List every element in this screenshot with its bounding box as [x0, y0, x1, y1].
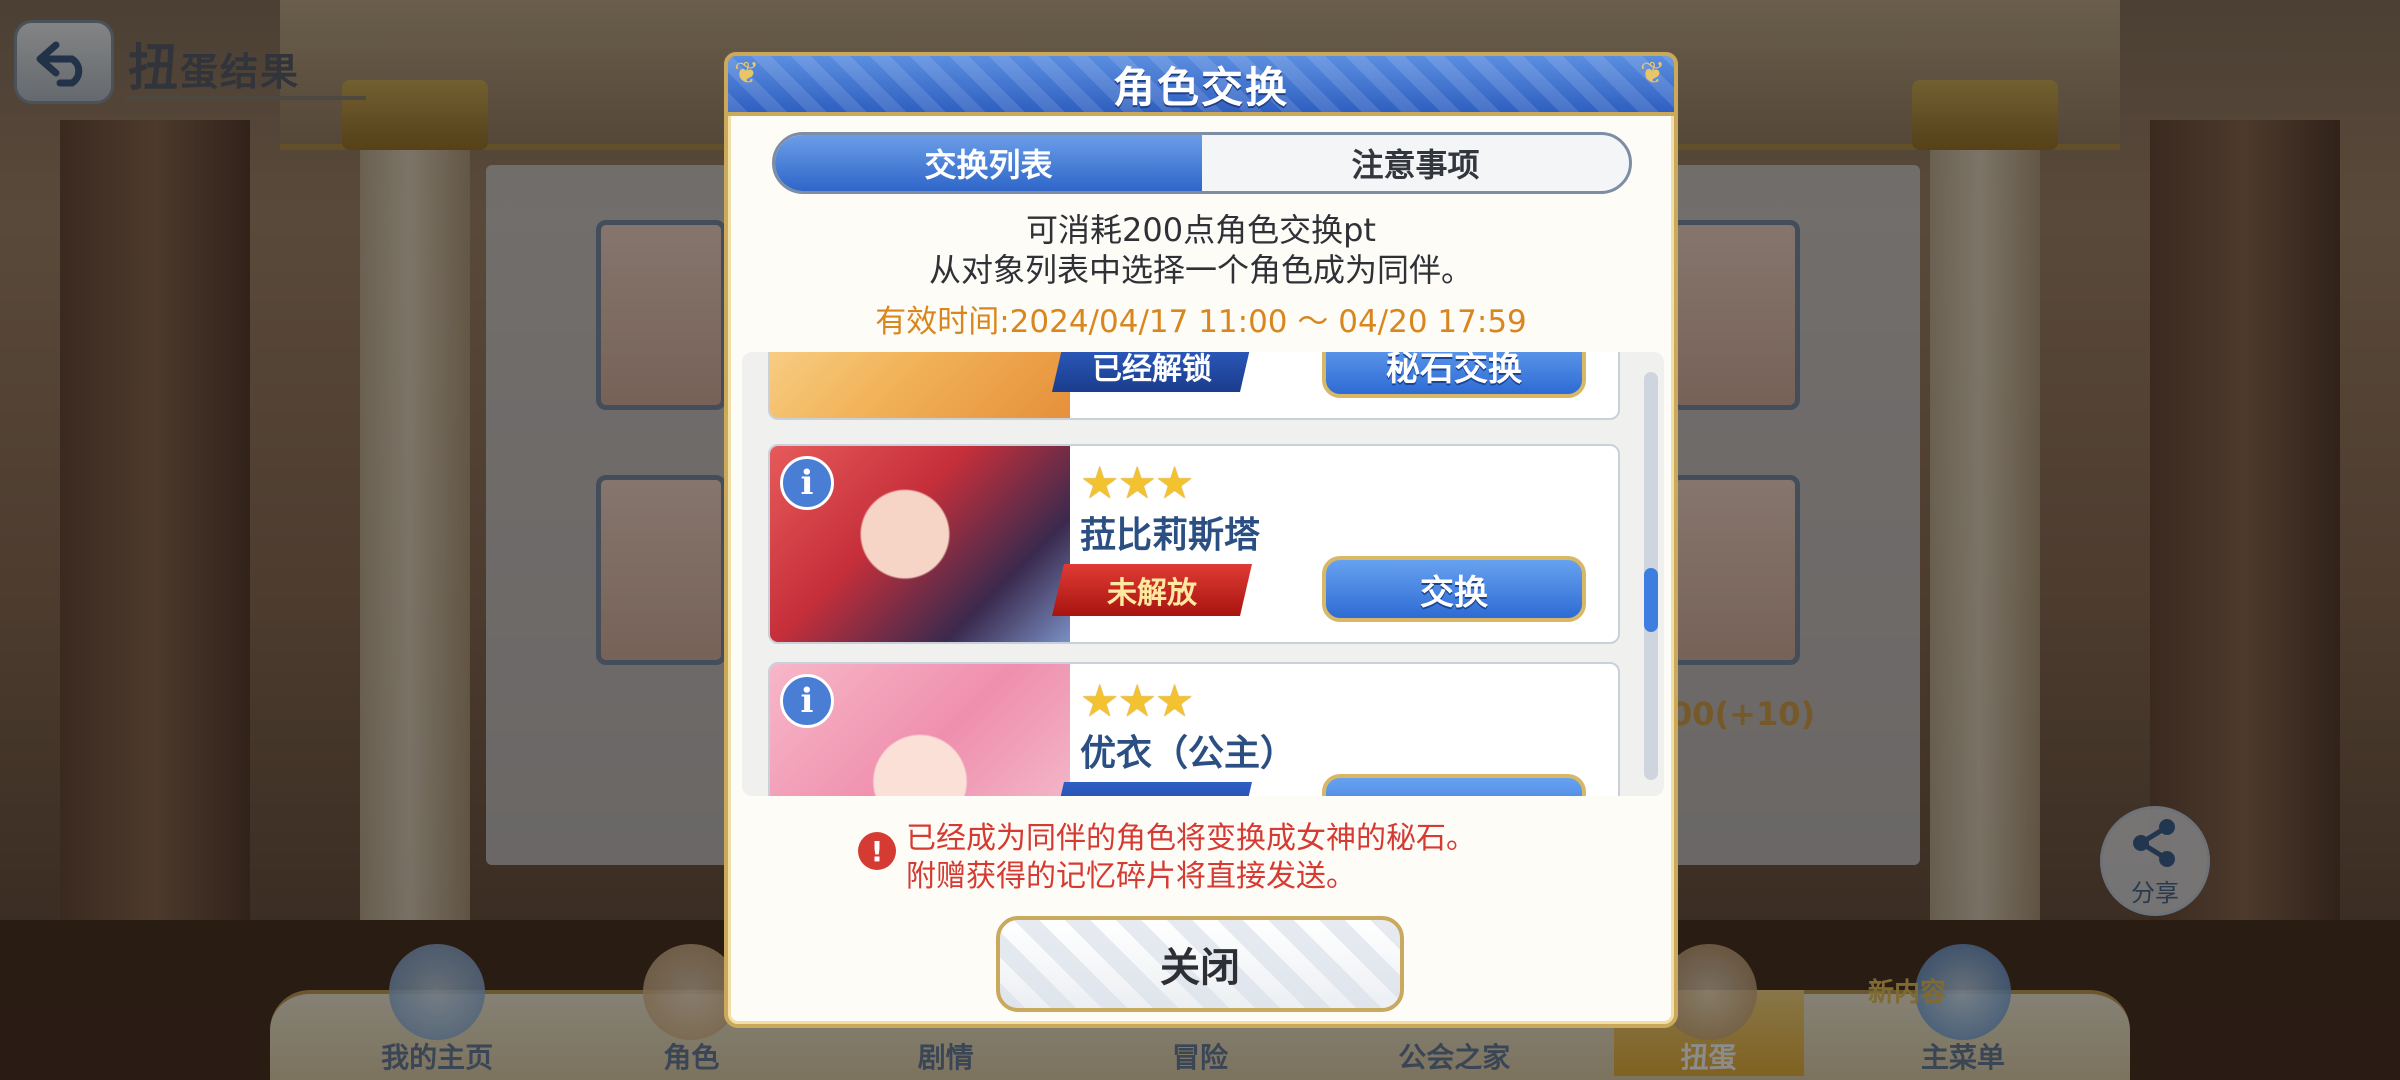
list-item: 已经解锁 秘石交换: [768, 352, 1620, 420]
character-exchange-dialog: ❦ 角色交换 ❦ 交换列表 注意事项 可消耗200点角色交换pt 从对象列表中选…: [724, 52, 1678, 1028]
list-item: i ★★★ 优衣（公主）: [768, 662, 1620, 796]
tab-exchange-list[interactable]: 交换列表: [775, 135, 1202, 191]
dialog-header: ❦ 角色交换 ❦: [724, 52, 1678, 116]
character-name: 菈比莉斯塔: [1080, 515, 1261, 556]
dialog-title: 角色交换: [1112, 62, 1289, 112]
close-button[interactable]: 关闭: [996, 916, 1404, 1012]
scrollbar-thumb[interactable]: [1644, 568, 1658, 632]
exchange-button[interactable]: 交换: [1322, 556, 1586, 622]
status-badge: [1052, 782, 1252, 796]
ornament-icon: ❦: [1640, 56, 1666, 91]
character-exchange-list[interactable]: 已经解锁 秘石交换 i ★★★ 菈比莉斯塔 未解放 交换 i ★★★ 优衣（公主…: [742, 352, 1664, 796]
status-badge: 已经解锁: [1052, 352, 1252, 392]
warning-icon: !: [858, 832, 896, 870]
notice-line: 已经成为同伴的角色将变换成女神的秘石。: [906, 821, 1476, 856]
secret-stone-exchange-button[interactable]: 秘石交换: [1322, 352, 1586, 398]
notice: ! 已经成为同伴的角色将变换成女神的秘石。 附赠获得的记忆碎片将直接发送。: [858, 820, 1558, 896]
exchange-description: 可消耗200点角色交换pt 从对象列表中选择一个角色成为同伴。: [728, 210, 1674, 290]
exchange-button[interactable]: [1322, 774, 1586, 796]
ornament-icon: ❦: [734, 56, 760, 91]
tab-notes[interactable]: 注意事项: [1202, 135, 1629, 191]
list-scrollbar[interactable]: [1644, 372, 1658, 780]
description-line: 从对象列表中选择一个角色成为同伴。: [928, 251, 1473, 289]
notice-line: 附赠获得的记忆碎片将直接发送。: [906, 859, 1356, 894]
dialog-tabs: 交换列表 注意事项: [772, 132, 1632, 194]
rarity-stars: ★★★: [1080, 458, 1194, 509]
info-icon[interactable]: i: [780, 456, 834, 510]
status-badge: 未解放: [1052, 564, 1252, 616]
info-icon[interactable]: i: [780, 674, 834, 728]
rarity-stars: ★★★: [1080, 676, 1194, 727]
character-portrait[interactable]: [770, 352, 1070, 418]
character-name: 优衣（公主）: [1080, 733, 1297, 774]
notice-text: 已经成为同伴的角色将变换成女神的秘石。 附赠获得的记忆碎片将直接发送。: [906, 820, 1476, 896]
description-line: 可消耗200点角色交换pt: [1026, 211, 1376, 249]
list-item: i ★★★ 菈比莉斯塔 未解放 交换: [768, 444, 1620, 644]
valid-period: 有效时间:2024/04/17 11:00 ～ 04/20 17:59: [875, 304, 1527, 340]
